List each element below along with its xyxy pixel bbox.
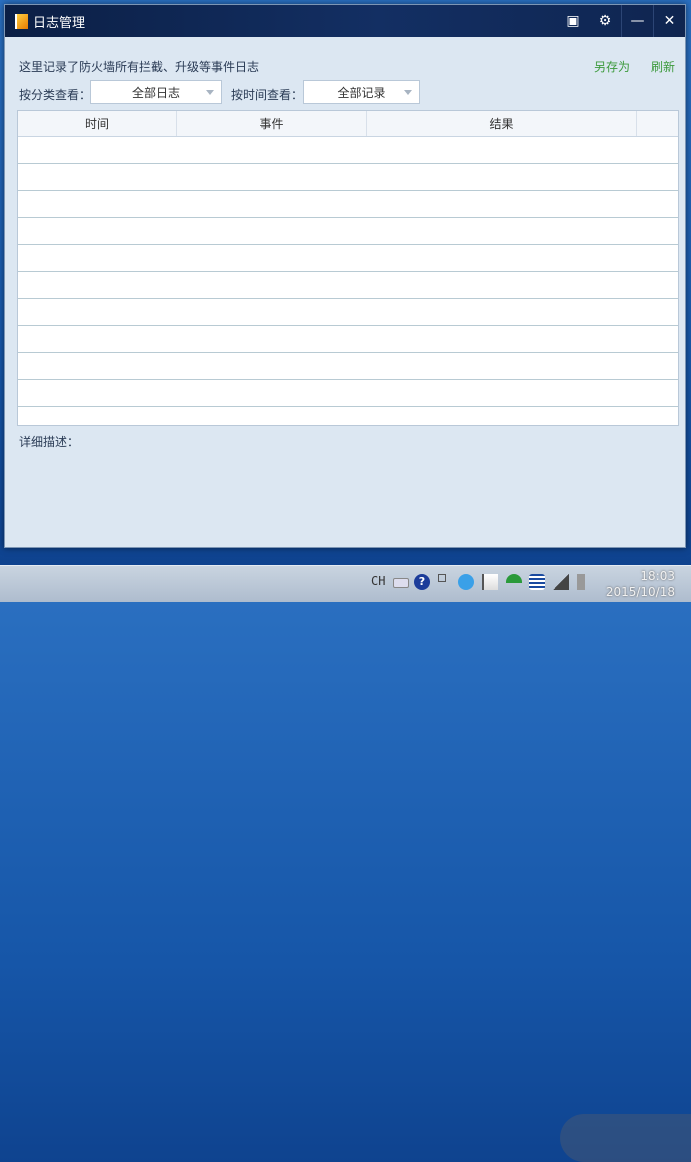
table-row[interactable] — [18, 245, 678, 272]
clock[interactable]: 18:03 2015/10/18 — [606, 568, 675, 600]
qq-icon[interactable] — [458, 574, 474, 590]
title-bar[interactable]: 日志管理 ▣ ⚙ — ✕ — [5, 5, 685, 37]
category-dropdown-value: 全部日志 — [131, 85, 180, 100]
clock-time: 18:03 — [640, 569, 675, 583]
restore-windows-icon[interactable] — [438, 574, 446, 582]
table-row[interactable] — [18, 380, 678, 407]
table-row[interactable] — [18, 299, 678, 326]
input-language-indicator[interactable]: CH — [371, 574, 385, 588]
column-header-time[interactable]: 时间 — [18, 111, 177, 136]
keyboard-icon[interactable] — [393, 578, 409, 588]
chevron-down-icon — [404, 90, 412, 99]
table-row[interactable] — [18, 137, 678, 164]
description-text: 这里记录了防火墙所有拦截、升级等事件日志 — [19, 60, 260, 74]
close-button[interactable]: ✕ — [653, 5, 685, 37]
clock-date: 2015/10/18 — [605, 585, 675, 599]
umbrella-icon[interactable] — [506, 574, 522, 583]
network-signal-icon[interactable] — [553, 574, 569, 590]
watermark — [560, 1114, 691, 1162]
firewall-shield-icon[interactable] — [529, 574, 545, 590]
category-filter-label: 按分类查看： — [19, 88, 92, 102]
table-row[interactable] — [18, 191, 678, 218]
log-management-window: 日志管理 ▣ ⚙ — ✕ 这里记录了防火墙所有拦截、升级等事件日志 另存为 刷新… — [4, 4, 686, 548]
column-header-result[interactable]: 结果 — [367, 111, 637, 136]
column-header-filler — [637, 111, 678, 136]
refresh-link[interactable]: 刷新 — [651, 58, 675, 75]
category-dropdown[interactable]: 全部日志 — [90, 80, 222, 104]
window-title: 日志管理 — [33, 15, 86, 31]
detail-description-label: 详细描述： — [19, 435, 80, 449]
action-center-flag-icon[interactable] — [482, 574, 498, 590]
help-icon[interactable]: ? — [414, 574, 430, 590]
table-row[interactable] — [18, 353, 678, 380]
table-row[interactable] — [18, 272, 678, 299]
time-dropdown-value: 全部记录 — [337, 85, 386, 100]
log-table: 时间 事件 结果 — [17, 110, 679, 426]
table-row[interactable] — [18, 164, 678, 191]
chevron-down-icon — [206, 90, 214, 99]
settings-gear-icon[interactable]: ⚙ — [589, 5, 621, 37]
time-dropdown[interactable]: 全部记录 — [303, 80, 420, 104]
time-filter-label: 按时间查看： — [231, 88, 304, 102]
table-row[interactable] — [18, 326, 678, 353]
column-header-event[interactable]: 事件 — [177, 111, 367, 136]
save-as-link[interactable]: 另存为 — [594, 58, 630, 75]
table-row[interactable] — [18, 218, 678, 245]
log-book-icon — [15, 13, 28, 29]
menu-dropdown-button[interactable]: ▣ — [557, 5, 589, 37]
minimize-button[interactable]: — — [621, 5, 653, 37]
volume-icon[interactable] — [577, 574, 585, 590]
taskbar: CH ? 18:03 2015/10/18 — [0, 565, 691, 1162]
table-header: 时间 事件 结果 — [18, 111, 678, 137]
